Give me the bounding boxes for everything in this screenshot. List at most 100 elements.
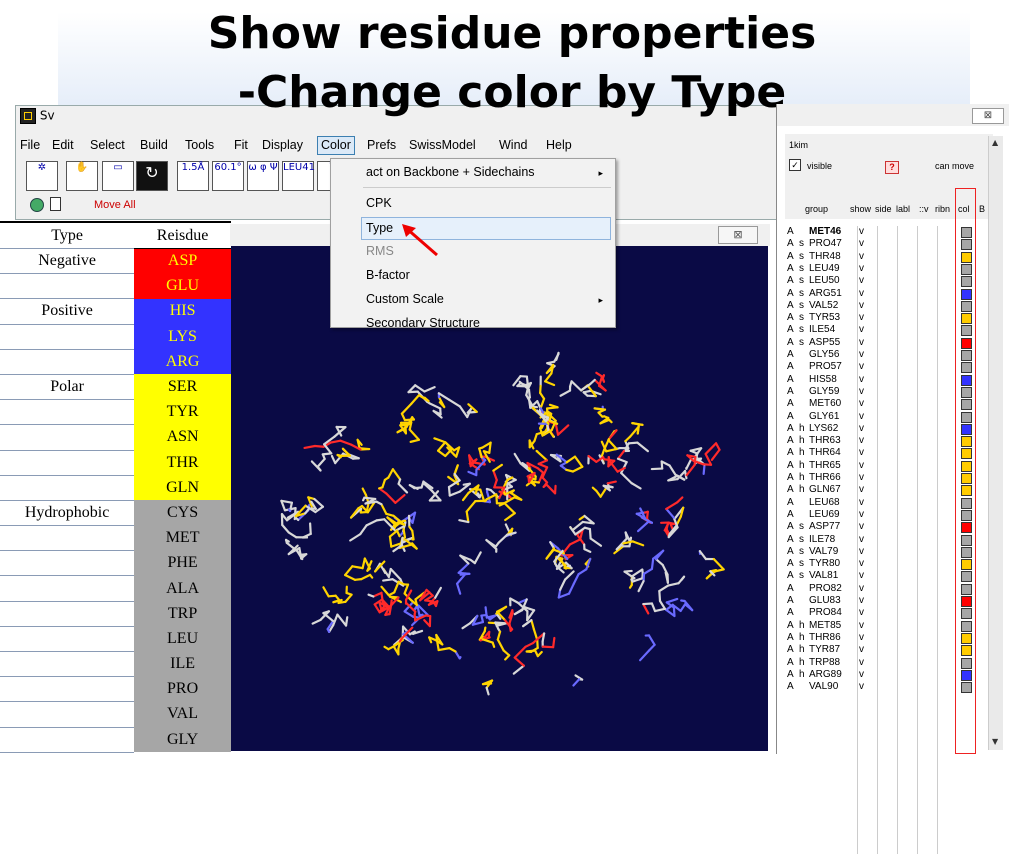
col-group[interactable]: group (805, 204, 828, 214)
angle-button[interactable]: 60.1° (212, 161, 244, 191)
bond-stick (606, 449, 616, 451)
menu-tools[interactable]: Tools (185, 138, 214, 152)
secondary-structure: h (799, 644, 805, 655)
residue-chain: A (787, 423, 794, 434)
visibility-flag: v (859, 226, 864, 237)
menu-build[interactable]: Build (140, 138, 168, 152)
center-molecule-button[interactable]: ✲ (26, 161, 58, 191)
bond-stick (459, 573, 470, 574)
color-column-highlight (955, 188, 976, 754)
col-v[interactable]: ::v (919, 204, 929, 214)
question-icon[interactable]: ? (885, 161, 899, 174)
residue-row: LYS (0, 324, 231, 349)
bond-stick (638, 424, 639, 433)
visibility-flag: v (859, 312, 864, 323)
rotate-button[interactable]: ↻ (136, 161, 168, 191)
visibility-flag: v (859, 644, 864, 655)
menu-item-type[interactable]: Type (366, 221, 393, 235)
bond-stick (514, 666, 524, 674)
residue-chain: A (787, 632, 794, 643)
residue-chain: A (787, 484, 794, 495)
residue-chain: A (787, 497, 794, 508)
bond-stick (649, 645, 655, 651)
bond-stick (714, 559, 724, 569)
bond-stick (609, 420, 611, 422)
menu-swissmodel[interactable]: SwissModel (409, 138, 476, 152)
bond-stick (591, 539, 601, 546)
menu-help[interactable]: Help (546, 138, 572, 152)
bond-stick (381, 504, 386, 514)
bond-stick (712, 450, 720, 460)
bond-stick (681, 604, 685, 611)
col-ribn[interactable]: ribn (935, 204, 950, 214)
residue-label: VAL90 (809, 681, 838, 692)
translate-button[interactable]: ▭ (102, 161, 134, 191)
visibility-flag: v (859, 275, 864, 286)
bond-stick (310, 523, 311, 533)
residue-label: TYR80 (809, 558, 840, 569)
menu-edit[interactable]: Edit (52, 138, 74, 152)
scroll-down-icon[interactable]: ▼ (992, 737, 998, 746)
act-on-label: act on Backbone + Sidechains (366, 165, 535, 179)
globe-icon[interactable] (30, 198, 44, 212)
viewer-close-button[interactable]: ⊠ (718, 226, 758, 244)
bond-stick (505, 655, 509, 659)
bond-stick (386, 494, 395, 503)
bond-stick (560, 580, 565, 590)
hand-tool-button[interactable]: ✋ (66, 161, 98, 191)
residue-type-cell (0, 425, 134, 450)
menu-prefs[interactable]: Prefs (367, 138, 396, 152)
type-highlight (361, 217, 611, 240)
residue-row: PHE (0, 551, 231, 576)
menu-wind[interactable]: Wind (499, 138, 527, 152)
can-move-label[interactable]: can move (935, 161, 974, 171)
visible-checkbox[interactable]: ✓ (789, 159, 801, 171)
bond-stick (498, 632, 500, 640)
torsion-button[interactable]: ω φ Ψ (247, 161, 279, 191)
visibility-flag: v (859, 669, 864, 680)
col-show[interactable]: show (850, 204, 871, 214)
residue-row: GLU (0, 274, 231, 299)
bond-stick (386, 514, 393, 516)
bond-stick (575, 457, 582, 467)
bond-stick (515, 647, 526, 658)
col-labl[interactable]: labl (896, 204, 910, 214)
distance-button[interactable]: 1.5Å (177, 161, 209, 191)
bond-stick (487, 688, 489, 695)
menu-fit[interactable]: Fit (234, 138, 248, 152)
residue-chain: A (787, 472, 794, 483)
secondary-structure: s (799, 337, 804, 348)
bond-stick (515, 454, 521, 463)
visibility-flag: v (859, 620, 864, 631)
menu-item-act-on[interactable]: act on Backbone + Sidechains (366, 165, 535, 179)
scroll-up-icon[interactable]: ▲ (992, 138, 998, 147)
secondary-structure: s (799, 521, 804, 532)
color-menu: act on Backbone + Sidechains ▸ CPK Type … (330, 158, 616, 328)
bond-stick (463, 493, 469, 500)
menu-item-cpk[interactable]: CPK (366, 196, 392, 210)
residue-chain: A (787, 300, 794, 311)
residue-name-cell: GLU (134, 274, 231, 299)
sequence-close-button[interactable]: ⊠ (972, 108, 1004, 124)
menu-color[interactable]: Color (317, 136, 355, 155)
sequence-scrollbar[interactable]: ▲ ▼ (988, 136, 1003, 750)
bond-stick (534, 629, 537, 640)
bond-stick (390, 537, 391, 547)
bond-stick (553, 638, 554, 647)
bond-stick (545, 373, 551, 381)
menu-file[interactable]: File (20, 138, 40, 152)
bond-stick (455, 465, 458, 474)
menu-display[interactable]: Display (262, 138, 303, 152)
move-all-label[interactable]: Move All (94, 199, 136, 211)
document-icon[interactable] (50, 197, 61, 211)
col-side[interactable]: side (875, 204, 892, 214)
menu-item-secondary-structure[interactable]: Secondary Structure (366, 316, 480, 328)
label-button[interactable]: LEU41 (282, 161, 314, 191)
col-b[interactable]: B (979, 204, 985, 214)
residue-type-cell (0, 601, 134, 626)
bond-stick (286, 540, 289, 542)
bond-stick (438, 451, 445, 456)
menu-item-bfactor[interactable]: B-factor (366, 268, 410, 282)
menu-item-custom-scale[interactable]: Custom Scale (366, 292, 444, 306)
menu-select[interactable]: Select (90, 138, 125, 152)
